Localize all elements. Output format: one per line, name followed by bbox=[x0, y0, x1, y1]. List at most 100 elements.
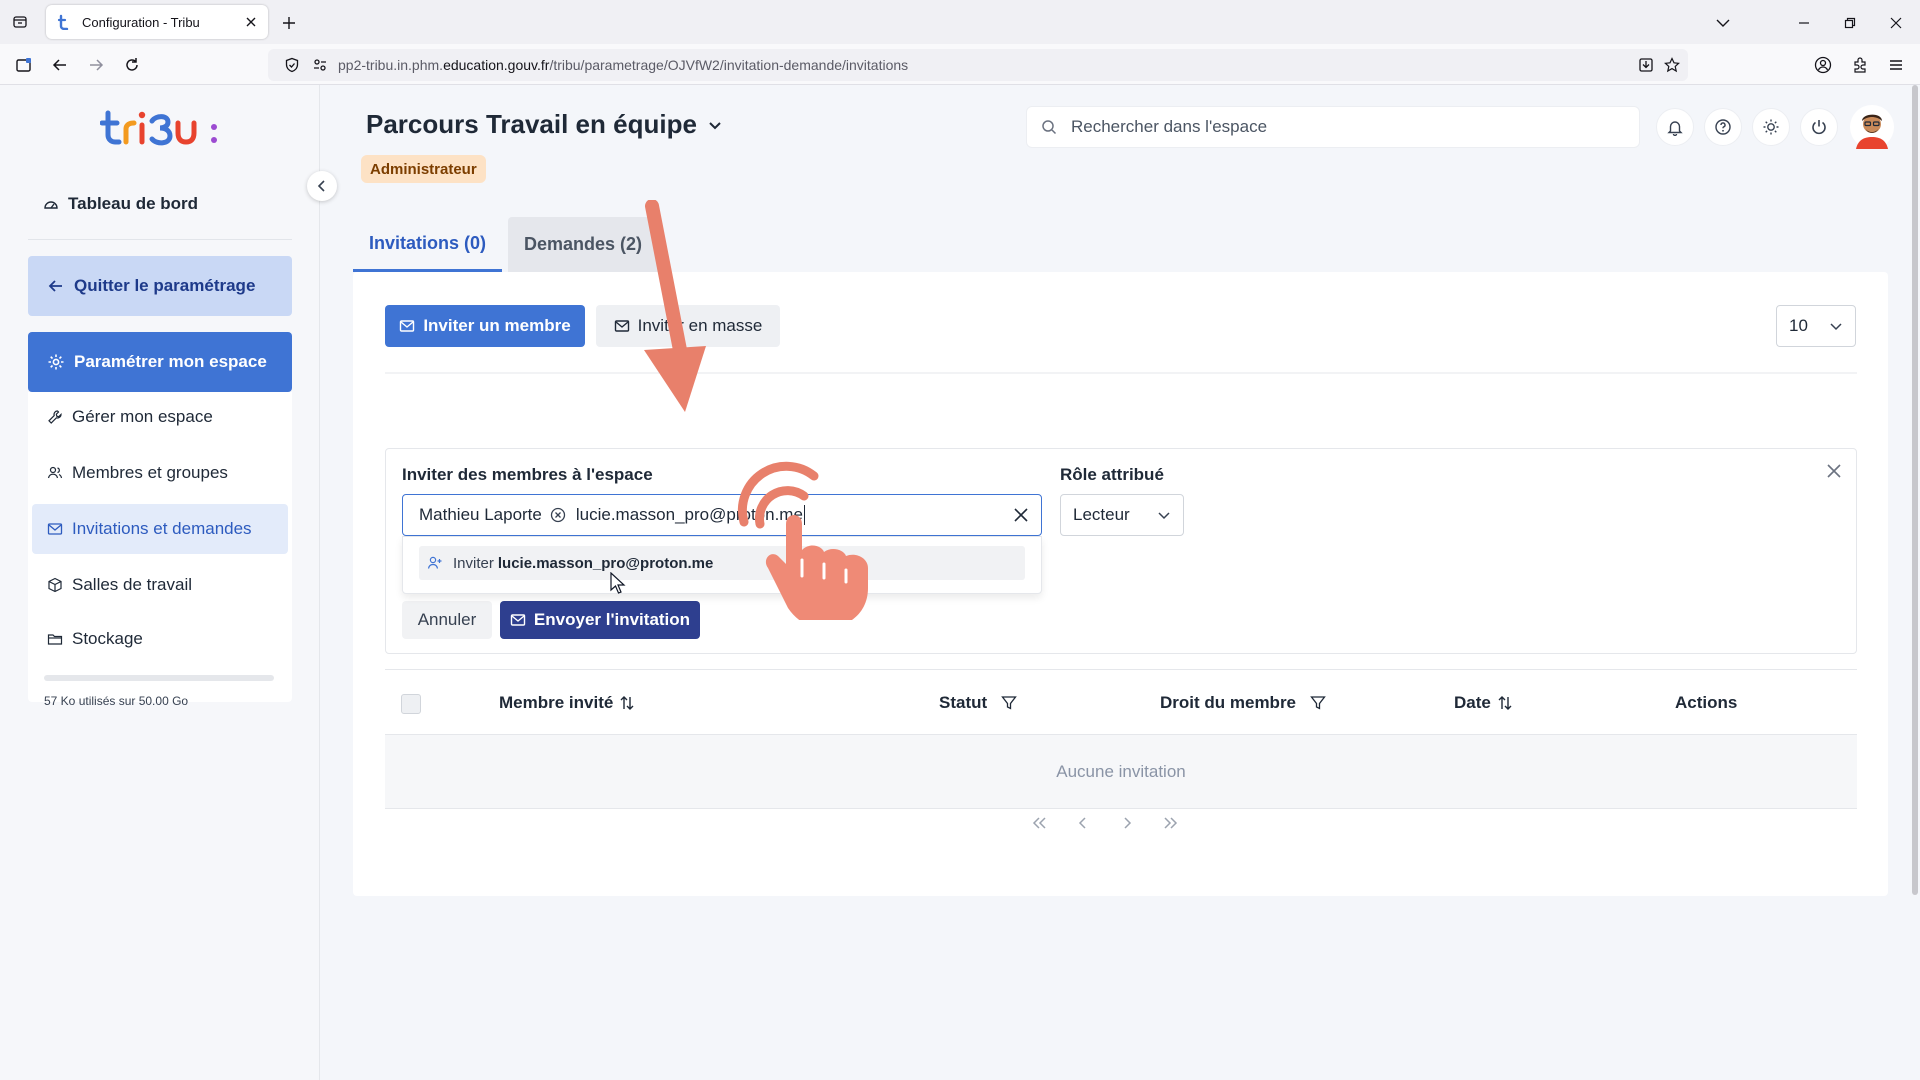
chevron-down-icon bbox=[707, 117, 723, 133]
page-scrollbar[interactable] bbox=[1912, 85, 1918, 895]
sort-icon[interactable] bbox=[619, 694, 635, 712]
reload-icon[interactable] bbox=[119, 52, 145, 78]
gauge-icon bbox=[42, 195, 60, 213]
chevron-down-icon bbox=[1158, 512, 1170, 520]
column-member[interactable]: Membre invité bbox=[499, 670, 635, 736]
configure-space-label: Paramétrer mon espace bbox=[74, 352, 267, 371]
help-button[interactable] bbox=[1704, 108, 1742, 146]
users-icon bbox=[46, 464, 64, 482]
new-tab-icon[interactable] bbox=[278, 12, 300, 34]
mail-icon bbox=[399, 318, 415, 334]
members-typed-text: lucie.masson_pro@proton.me bbox=[575, 504, 803, 524]
search-input[interactable] bbox=[1069, 116, 1629, 138]
member-chip: Mathieu Laporte bbox=[419, 505, 566, 525]
theme-toggle-button[interactable] bbox=[1752, 108, 1790, 146]
cube-icon bbox=[46, 576, 64, 594]
restore-icon[interactable] bbox=[1839, 12, 1861, 34]
app-root: Tableau de bord Quitter le paramétrage P… bbox=[0, 85, 1920, 1080]
sidebar-item-label: Invitations et demandes bbox=[72, 519, 252, 538]
quit-settings-button[interactable]: Quitter le paramétrage bbox=[28, 256, 292, 316]
power-icon bbox=[1812, 120, 1826, 135]
tab-list-icon[interactable] bbox=[8, 10, 32, 34]
role-field-label: Rôle attribué bbox=[1060, 465, 1164, 484]
empty-state-row: Aucune invitation bbox=[385, 735, 1857, 809]
account-icon[interactable] bbox=[1810, 52, 1836, 78]
quit-settings-label: Quitter le paramétrage bbox=[74, 276, 256, 295]
select-all-checkbox[interactable] bbox=[401, 694, 421, 714]
column-date[interactable]: Date bbox=[1454, 670, 1513, 736]
remove-chip-icon[interactable] bbox=[550, 507, 566, 523]
members-search-input[interactable]: lucie.masson_pro@proton.me bbox=[576, 505, 805, 526]
browser-tab[interactable]: Configuration - Tribu bbox=[46, 5, 268, 39]
storage-usage-text: 57 Ko utilisés sur 50.00 Go bbox=[44, 694, 189, 708]
back-icon[interactable] bbox=[47, 52, 73, 78]
sidebar-item-label: Stockage bbox=[72, 629, 143, 648]
role-select[interactable]: Lecteur bbox=[1060, 494, 1184, 536]
close-tab-icon[interactable] bbox=[242, 13, 260, 31]
sidebar-item-dashboard[interactable]: Tableau de bord bbox=[42, 189, 292, 219]
notifications-button[interactable] bbox=[1656, 108, 1694, 146]
sidebar-item-workrooms[interactable]: Salles de travail bbox=[32, 560, 288, 610]
filter-icon[interactable] bbox=[1310, 695, 1326, 711]
invite-member-button[interactable]: Inviter un membre bbox=[385, 305, 585, 347]
page-title: Parcours Travail en équipe bbox=[366, 109, 697, 139]
suggestion-email: lucie.masson_pro@proton.me bbox=[497, 554, 714, 572]
help-icon bbox=[1715, 119, 1731, 135]
column-actions: Actions bbox=[1675, 670, 1737, 736]
sidebar-item-label: Membres et groupes bbox=[72, 463, 228, 482]
close-panel-icon[interactable] bbox=[1824, 461, 1844, 481]
tab-requests[interactable]: Demandes (2) bbox=[508, 217, 659, 272]
next-page-icon[interactable] bbox=[1105, 811, 1149, 835]
chevron-left-icon bbox=[317, 180, 325, 192]
browser-tab-title: Configuration - Tribu bbox=[82, 14, 200, 30]
suggestion-option[interactable]: Inviter lucie.masson_pro@proton.me bbox=[419, 546, 1025, 580]
extensions-icon[interactable] bbox=[1847, 52, 1873, 78]
sidebar-item-manage-space[interactable]: Gérer mon espace bbox=[32, 392, 288, 442]
role-select-value: Lecteur bbox=[1073, 505, 1130, 524]
minimize-icon[interactable] bbox=[1793, 12, 1815, 34]
arrow-left-icon bbox=[46, 276, 66, 296]
collapse-sidebar-button[interactable] bbox=[307, 171, 337, 201]
cancel-button[interactable]: Annuler bbox=[402, 601, 492, 639]
last-page-icon[interactable] bbox=[1149, 811, 1193, 835]
suggestion-prefix: Inviter bbox=[453, 554, 494, 572]
sort-icon[interactable] bbox=[1497, 694, 1513, 712]
search-icon bbox=[1039, 117, 1059, 137]
close-window-icon[interactable] bbox=[1885, 12, 1907, 34]
configure-space-button[interactable]: Paramétrer mon espace bbox=[28, 332, 292, 392]
shield-icon[interactable] bbox=[282, 55, 302, 75]
wrench-icon bbox=[46, 408, 64, 426]
column-status[interactable]: Statut bbox=[939, 670, 1017, 736]
send-invitation-button[interactable]: Envoyer l'invitation bbox=[500, 601, 700, 639]
members-tag-input[interactable]: Mathieu Laporte lucie.masson_pro@proton.… bbox=[402, 494, 1042, 536]
filter-icon[interactable] bbox=[1001, 695, 1017, 711]
list-all-tabs-icon[interactable] bbox=[1712, 12, 1734, 34]
menu-icon[interactable] bbox=[1883, 52, 1909, 78]
logout-button[interactable] bbox=[1800, 108, 1838, 146]
sidebar-item-invitations[interactable]: Invitations et demandes bbox=[32, 504, 288, 554]
search-box[interactable] bbox=[1026, 106, 1640, 148]
sidebar-toggle-icon[interactable] bbox=[11, 52, 37, 78]
save-page-icon[interactable] bbox=[1634, 53, 1658, 77]
per-page-select[interactable]: 10 bbox=[1776, 305, 1856, 347]
avatar[interactable] bbox=[1850, 105, 1894, 149]
url-bar[interactable]: pp2-tribu.in.phm.education.gouv.fr/tribu… bbox=[268, 49, 1688, 81]
sidebar: Tableau de bord Quitter le paramétrage P… bbox=[0, 85, 320, 1080]
forward-icon[interactable] bbox=[83, 52, 109, 78]
user-plus-icon bbox=[427, 555, 443, 571]
bookmark-star-icon[interactable] bbox=[1660, 53, 1684, 77]
space-selector[interactable]: Parcours Travail en équipe bbox=[366, 109, 723, 140]
role-badge: Administrateur bbox=[361, 155, 486, 183]
column-member-rights[interactable]: Droit du membre bbox=[1160, 670, 1326, 736]
tribu-logo[interactable] bbox=[100, 103, 230, 153]
clear-input-icon[interactable] bbox=[1011, 505, 1031, 525]
first-page-icon[interactable] bbox=[1017, 811, 1061, 835]
sidebar-item-members-groups[interactable]: Membres et groupes bbox=[32, 448, 288, 498]
sidebar-item-storage[interactable]: Stockage bbox=[32, 614, 288, 664]
page-info-icon[interactable] bbox=[310, 55, 330, 75]
invite-bulk-button[interactable]: Inviter en masse bbox=[596, 305, 780, 347]
tab-invitations[interactable]: Invitations (0) bbox=[353, 217, 503, 272]
prev-page-icon[interactable] bbox=[1061, 811, 1105, 835]
column-label: Membre invité bbox=[499, 693, 614, 712]
pagination bbox=[1017, 811, 1193, 835]
